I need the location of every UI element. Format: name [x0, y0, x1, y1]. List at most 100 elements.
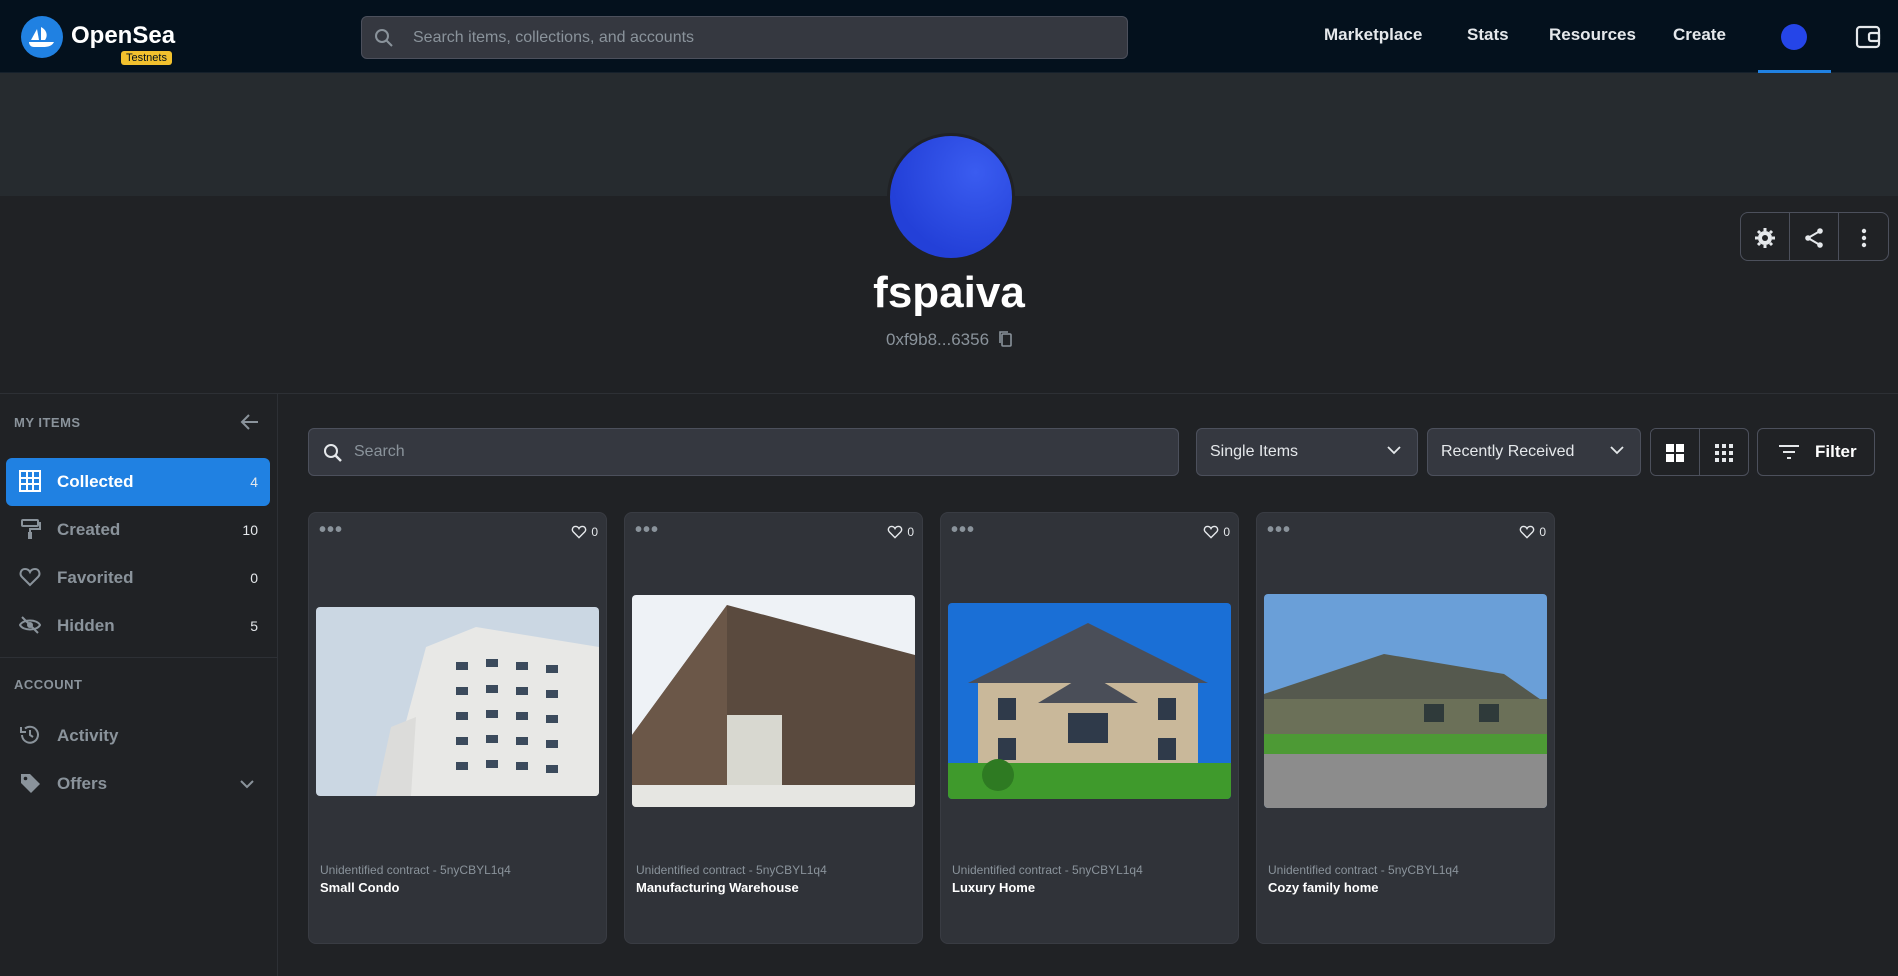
wallet-address[interactable]: 0xf9b8...6356 — [886, 330, 989, 350]
nft-card[interactable]: ••• 0 Unidentified contract - 5nyCBYL1q4… — [624, 512, 923, 944]
heart-icon — [1520, 525, 1535, 539]
card-name[interactable]: Cozy family home — [1268, 880, 1379, 895]
large-grid-button[interactable] — [1651, 429, 1700, 475]
card-contract: Unidentified contract - 5nyCBYL1q4 — [636, 863, 827, 877]
card-name[interactable]: Luxury Home — [952, 880, 1035, 895]
search-icon — [375, 29, 393, 47]
favorite-button[interactable]: 0 — [1519, 525, 1546, 539]
favorite-count: 0 — [1223, 525, 1230, 539]
global-search-input[interactable]: Search items, collections, and accounts — [361, 16, 1128, 59]
sidebar: MY ITEMS Collected 4 Created 10 Favorite… — [0, 394, 278, 976]
profile-username: fspaiva — [873, 268, 1025, 317]
chevron-down-icon — [240, 780, 254, 789]
copy-icon[interactable] — [998, 330, 1014, 348]
sidebar-item-collected[interactable]: Collected 4 — [6, 458, 270, 506]
sidebar-item-count: 0 — [250, 570, 258, 586]
nft-card[interactable]: ••• 0 Unidentified contract - 5nyCBYL1q4… — [308, 512, 607, 944]
items-search-input[interactable]: Search — [308, 428, 1179, 476]
card-contract: Unidentified contract - 5nyCBYL1q4 — [1268, 863, 1459, 877]
view-toggle — [1650, 428, 1749, 476]
card-menu-icon[interactable]: ••• — [951, 519, 975, 542]
paint-roller-icon — [21, 519, 41, 539]
chevron-down-icon — [1387, 446, 1401, 455]
opensea-logo-icon[interactable] — [21, 16, 63, 58]
sidebar-item-created[interactable]: Created 10 — [6, 506, 270, 554]
sort-value: Recently Received — [1441, 443, 1575, 460]
small-grid-button[interactable] — [1700, 429, 1749, 475]
nft-image-cozy-family-home — [1264, 594, 1547, 808]
nav-stats[interactable]: Stats — [1467, 25, 1509, 45]
sidebar-item-label: Activity — [57, 726, 119, 745]
more-options-button[interactable] — [1839, 213, 1888, 260]
sidebar-item-label: Offers — [57, 774, 108, 793]
nav-marketplace[interactable]: Marketplace — [1324, 25, 1422, 45]
profile-avatar — [887, 133, 1015, 261]
items-search-placeholder: Search — [354, 443, 405, 460]
global-search-placeholder: Search items, collections, and accounts — [413, 28, 695, 46]
history-icon — [20, 725, 39, 744]
favorite-count: 0 — [591, 525, 598, 539]
nav-resources[interactable]: Resources — [1549, 25, 1636, 45]
vertical-dots-icon — [1861, 228, 1866, 247]
item-type-value: Single Items — [1210, 443, 1299, 460]
chevron-down-icon — [1610, 446, 1624, 455]
sidebar-item-label: Collected — [57, 472, 134, 491]
nft-image-small-condo — [316, 607, 599, 796]
nft-image-luxury-home — [948, 603, 1231, 799]
sidebar-heading-my-items: MY ITEMS — [14, 415, 81, 430]
top-navigation-bar: OpenSea Testnets Search items, collectio… — [0, 0, 1898, 73]
card-menu-icon[interactable]: ••• — [319, 519, 343, 542]
settings-button[interactable] — [1741, 213, 1790, 260]
profile-actions — [1740, 212, 1889, 261]
card-name[interactable]: Small Condo — [320, 880, 399, 895]
sidebar-item-activity[interactable]: Activity — [6, 712, 270, 760]
favorite-button[interactable]: 0 — [887, 525, 914, 539]
filter-label: Filter — [1815, 442, 1857, 461]
nav-create[interactable]: Create — [1673, 25, 1726, 45]
profile-avatar-icon[interactable] — [1781, 24, 1807, 50]
brand-name[interactable]: OpenSea — [71, 22, 175, 50]
sidebar-item-favorited[interactable]: Favorited 0 — [6, 554, 270, 602]
wallet-icon[interactable] — [1855, 24, 1881, 50]
favorite-count: 0 — [1539, 525, 1546, 539]
heart-icon — [19, 567, 41, 587]
sidebar-heading-account: ACCOUNT — [14, 677, 83, 692]
sidebar-item-label: Created — [57, 520, 121, 539]
collapse-arrow-icon[interactable] — [240, 413, 260, 431]
card-menu-icon[interactable]: ••• — [1267, 519, 1291, 542]
card-menu-icon[interactable]: ••• — [635, 519, 659, 542]
card-contract: Unidentified contract - 5nyCBYL1q4 — [320, 863, 511, 877]
favorite-count: 0 — [907, 525, 914, 539]
eye-off-icon — [19, 616, 41, 634]
large-grid-icon — [1665, 444, 1684, 462]
filter-icon — [1779, 445, 1799, 459]
card-contract: Unidentified contract - 5nyCBYL1q4 — [952, 863, 1143, 877]
sidebar-item-label: Favorited — [57, 568, 134, 587]
favorite-button[interactable]: 0 — [571, 525, 598, 539]
item-type-select[interactable]: Single Items — [1196, 428, 1418, 476]
heart-icon — [888, 525, 903, 539]
sidebar-item-hidden[interactable]: Hidden 5 — [6, 602, 270, 650]
card-name[interactable]: Manufacturing Warehouse — [636, 880, 799, 895]
heart-icon — [572, 525, 587, 539]
sidebar-item-count: 5 — [250, 618, 258, 634]
sort-select[interactable]: Recently Received — [1427, 428, 1641, 476]
tag-icon — [21, 774, 40, 793]
share-button[interactable] — [1790, 213, 1839, 260]
small-grid-icon — [1714, 444, 1733, 462]
share-icon — [1805, 227, 1823, 248]
nft-card[interactable]: ••• 0 Unidentified contract - 5nyCBYL1q4… — [940, 512, 1239, 944]
section-divider — [0, 393, 1898, 394]
nft-image-manufacturing-warehouse — [632, 595, 915, 807]
favorite-button[interactable]: 0 — [1203, 525, 1230, 539]
nft-card[interactable]: ••• 0 Unidentified contract - 5nyCBYL1q4… — [1256, 512, 1555, 944]
gear-icon — [1755, 227, 1775, 248]
heart-icon — [1204, 525, 1219, 539]
grid-icon — [19, 470, 41, 492]
sidebar-item-count: 4 — [250, 474, 258, 490]
filter-button[interactable]: Filter — [1757, 428, 1875, 476]
search-icon — [324, 444, 342, 462]
sidebar-item-offers[interactable]: Offers — [6, 760, 270, 808]
sidebar-divider — [0, 657, 278, 658]
sidebar-item-count: 10 — [242, 522, 258, 538]
